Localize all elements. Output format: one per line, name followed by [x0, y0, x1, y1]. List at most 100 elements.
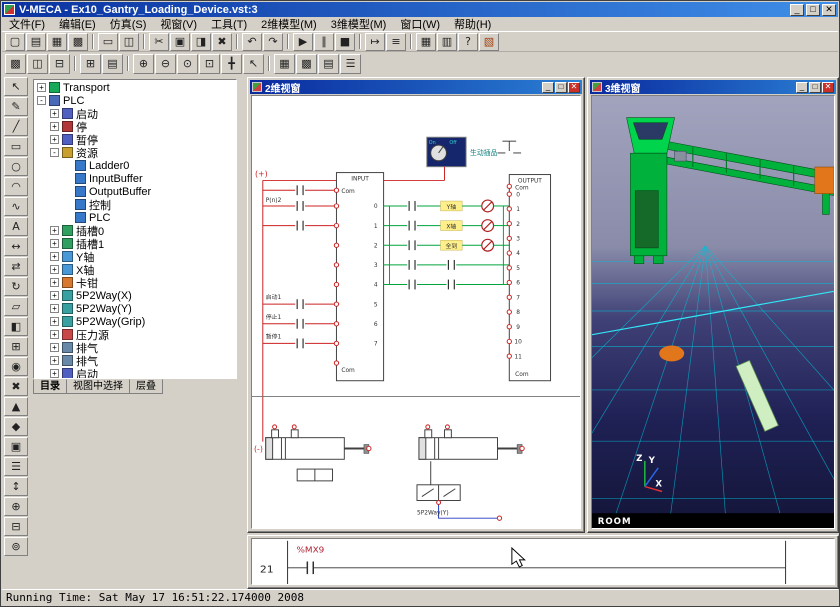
erase-tool-icon[interactable]: ✖: [4, 377, 28, 396]
workpiece-orange[interactable]: [659, 346, 684, 362]
tree-item[interactable]: +暂停: [35, 133, 235, 146]
tree-item[interactable]: -PLC: [35, 94, 235, 107]
books-icon[interactable]: ▧: [479, 33, 499, 51]
tree-item[interactable]: +Transport: [35, 81, 235, 94]
component-tool-icon[interactable]: ⊞: [4, 337, 28, 356]
expand-icon[interactable]: +: [50, 278, 59, 287]
table-icon[interactable]: ▦: [416, 33, 436, 51]
expand-icon[interactable]: +: [50, 343, 59, 352]
curve-tool-icon[interactable]: ∿: [4, 197, 28, 216]
dimension-tool-icon[interactable]: ↔: [4, 237, 28, 256]
expand-icon[interactable]: +: [50, 317, 59, 326]
open-icon[interactable]: ▤: [26, 33, 46, 51]
tree-item[interactable]: Ladder0: [35, 159, 235, 172]
tree-item[interactable]: +5P2Way(X): [35, 289, 235, 302]
help-icon[interactable]: ?: [458, 33, 478, 51]
expand-icon[interactable]: +: [50, 291, 59, 300]
select-tool-icon[interactable]: ↖: [4, 77, 28, 96]
tree-item[interactable]: +插槽0: [35, 224, 235, 237]
tree-item[interactable]: +停: [35, 120, 235, 133]
3d-canvas[interactable]: Z Y X ROOM: [591, 95, 835, 529]
window-tile-horizontal-icon[interactable]: ◫: [27, 54, 48, 74]
expand-icon[interactable]: +: [50, 252, 59, 261]
offset-tool-icon[interactable]: ▱: [4, 297, 28, 316]
tree-item[interactable]: +排气: [35, 354, 235, 367]
tree-item[interactable]: +排气: [35, 341, 235, 354]
menu-item[interactable]: 3维模型(M): [324, 16, 394, 32]
expand-icon[interactable]: +: [50, 356, 59, 365]
minimize-button[interactable]: _: [790, 4, 804, 16]
select-arrow-icon[interactable]: ↖: [243, 54, 264, 74]
report-icon[interactable]: ▥: [437, 33, 457, 51]
menu-item[interactable]: 帮助(H): [447, 16, 498, 32]
mirror-tool-icon[interactable]: ⇄: [4, 257, 28, 276]
cylinder-y[interactable]: [419, 425, 524, 459]
expand-icon[interactable]: +: [50, 109, 59, 118]
zoom-window-icon[interactable]: ⊡: [199, 54, 220, 74]
menu-item[interactable]: 窗口(W): [393, 16, 447, 32]
menu-item[interactable]: 2维模型(M): [254, 16, 324, 32]
tree-tab[interactable]: 层叠: [129, 379, 163, 394]
new-icon[interactable]: ▢: [5, 33, 25, 51]
zoom-fit-icon[interactable]: ⊙: [177, 54, 198, 74]
delete-icon[interactable]: ✖: [212, 33, 232, 51]
window-2d-titlebar[interactable]: 2维视窗 _ □ ✕: [250, 80, 582, 94]
selector-knob[interactable]: On Off: [427, 137, 466, 166]
window-cascade-icon[interactable]: ▩: [5, 54, 26, 74]
step-icon[interactable]: ↦: [365, 33, 385, 51]
project-tree[interactable]: +Transport-PLC+启动+停+暂停-资源Ladder0InputBuf…: [33, 79, 237, 379]
pencil-tool-icon[interactable]: ✎: [4, 97, 28, 116]
window-2d-maximize-button[interactable]: □: [555, 82, 567, 93]
menu-item[interactable]: 工具(T): [204, 16, 254, 32]
properties-icon[interactable]: ▤: [102, 54, 123, 74]
window-3d-maximize-button[interactable]: □: [809, 82, 821, 93]
snap-icon[interactable]: ▩: [296, 54, 317, 74]
save-icon[interactable]: ▦: [47, 33, 67, 51]
grid-icon[interactable]: ▦: [274, 54, 295, 74]
input-block[interactable]: INPUT Com Com 01234567: [334, 173, 383, 381]
menu-item[interactable]: 视窗(V): [153, 16, 204, 32]
print-preview-icon[interactable]: ◫: [119, 33, 139, 51]
tree-item[interactable]: +X轴: [35, 263, 235, 276]
window-2d-close-button[interactable]: ✕: [568, 82, 580, 93]
expand-icon[interactable]: +: [50, 239, 59, 248]
ladder-rung-21[interactable]: 21 %MX9: [260, 541, 786, 584]
measure-tool-icon[interactable]: ⊚: [4, 537, 28, 556]
window-3d-titlebar[interactable]: 3维视窗 _ □ ✕: [590, 80, 836, 94]
tree-item[interactable]: OutputBuffer: [35, 185, 235, 198]
list-tool-icon[interactable]: ☰: [4, 457, 28, 476]
titlebar[interactable]: V-MECA - Ex10_Gantry_Loading_Device.vst:…: [2, 2, 838, 17]
menu-item[interactable]: 文件(F): [2, 16, 52, 32]
zoom-out-icon[interactable]: ⊖: [155, 54, 176, 74]
layers-icon[interactable]: ▤: [318, 54, 339, 74]
arc-tool-icon[interactable]: ◠: [4, 177, 28, 196]
tree-item[interactable]: +压力源: [35, 328, 235, 341]
fill-tool-icon[interactable]: ◧: [4, 317, 28, 336]
close-button[interactable]: ✕: [822, 4, 836, 16]
valve-y[interactable]: 5P2Way(Y): [417, 461, 502, 520]
cylinder-x[interactable]: [266, 425, 371, 459]
pause-icon[interactable]: ∥: [314, 33, 334, 51]
expand-icon[interactable]: +: [50, 226, 59, 235]
tree-item[interactable]: 控制: [35, 198, 235, 211]
tree-item[interactable]: +5P2Way(Grip): [35, 315, 235, 328]
pan-icon[interactable]: ╋: [221, 54, 242, 74]
collapse-tool-icon[interactable]: ⊟: [4, 517, 28, 536]
frame-tool-icon[interactable]: ▣: [4, 437, 28, 456]
tree-item[interactable]: +Y轴: [35, 250, 235, 263]
redo-icon[interactable]: ↷: [263, 33, 283, 51]
menu-item[interactable]: 编辑(E): [52, 16, 103, 32]
expand-icon[interactable]: +: [50, 304, 59, 313]
vertical-dim-tool-icon[interactable]: ↕: [4, 477, 28, 496]
rect-tool-icon[interactable]: ▭: [4, 137, 28, 156]
circle-tool-icon[interactable]: ○: [4, 157, 28, 176]
undo-icon[interactable]: ↶: [242, 33, 262, 51]
tree-item[interactable]: InputBuffer: [35, 172, 235, 185]
expand-icon[interactable]: +: [50, 135, 59, 144]
connect-icon[interactable]: ≡: [386, 33, 406, 51]
tree-panel-icon[interactable]: ⊞: [80, 54, 101, 74]
tree-item[interactable]: -资源: [35, 146, 235, 159]
tree-item[interactable]: +插槽1: [35, 237, 235, 250]
list-icon[interactable]: ☰: [340, 54, 361, 74]
expand-icon[interactable]: +: [37, 83, 46, 92]
